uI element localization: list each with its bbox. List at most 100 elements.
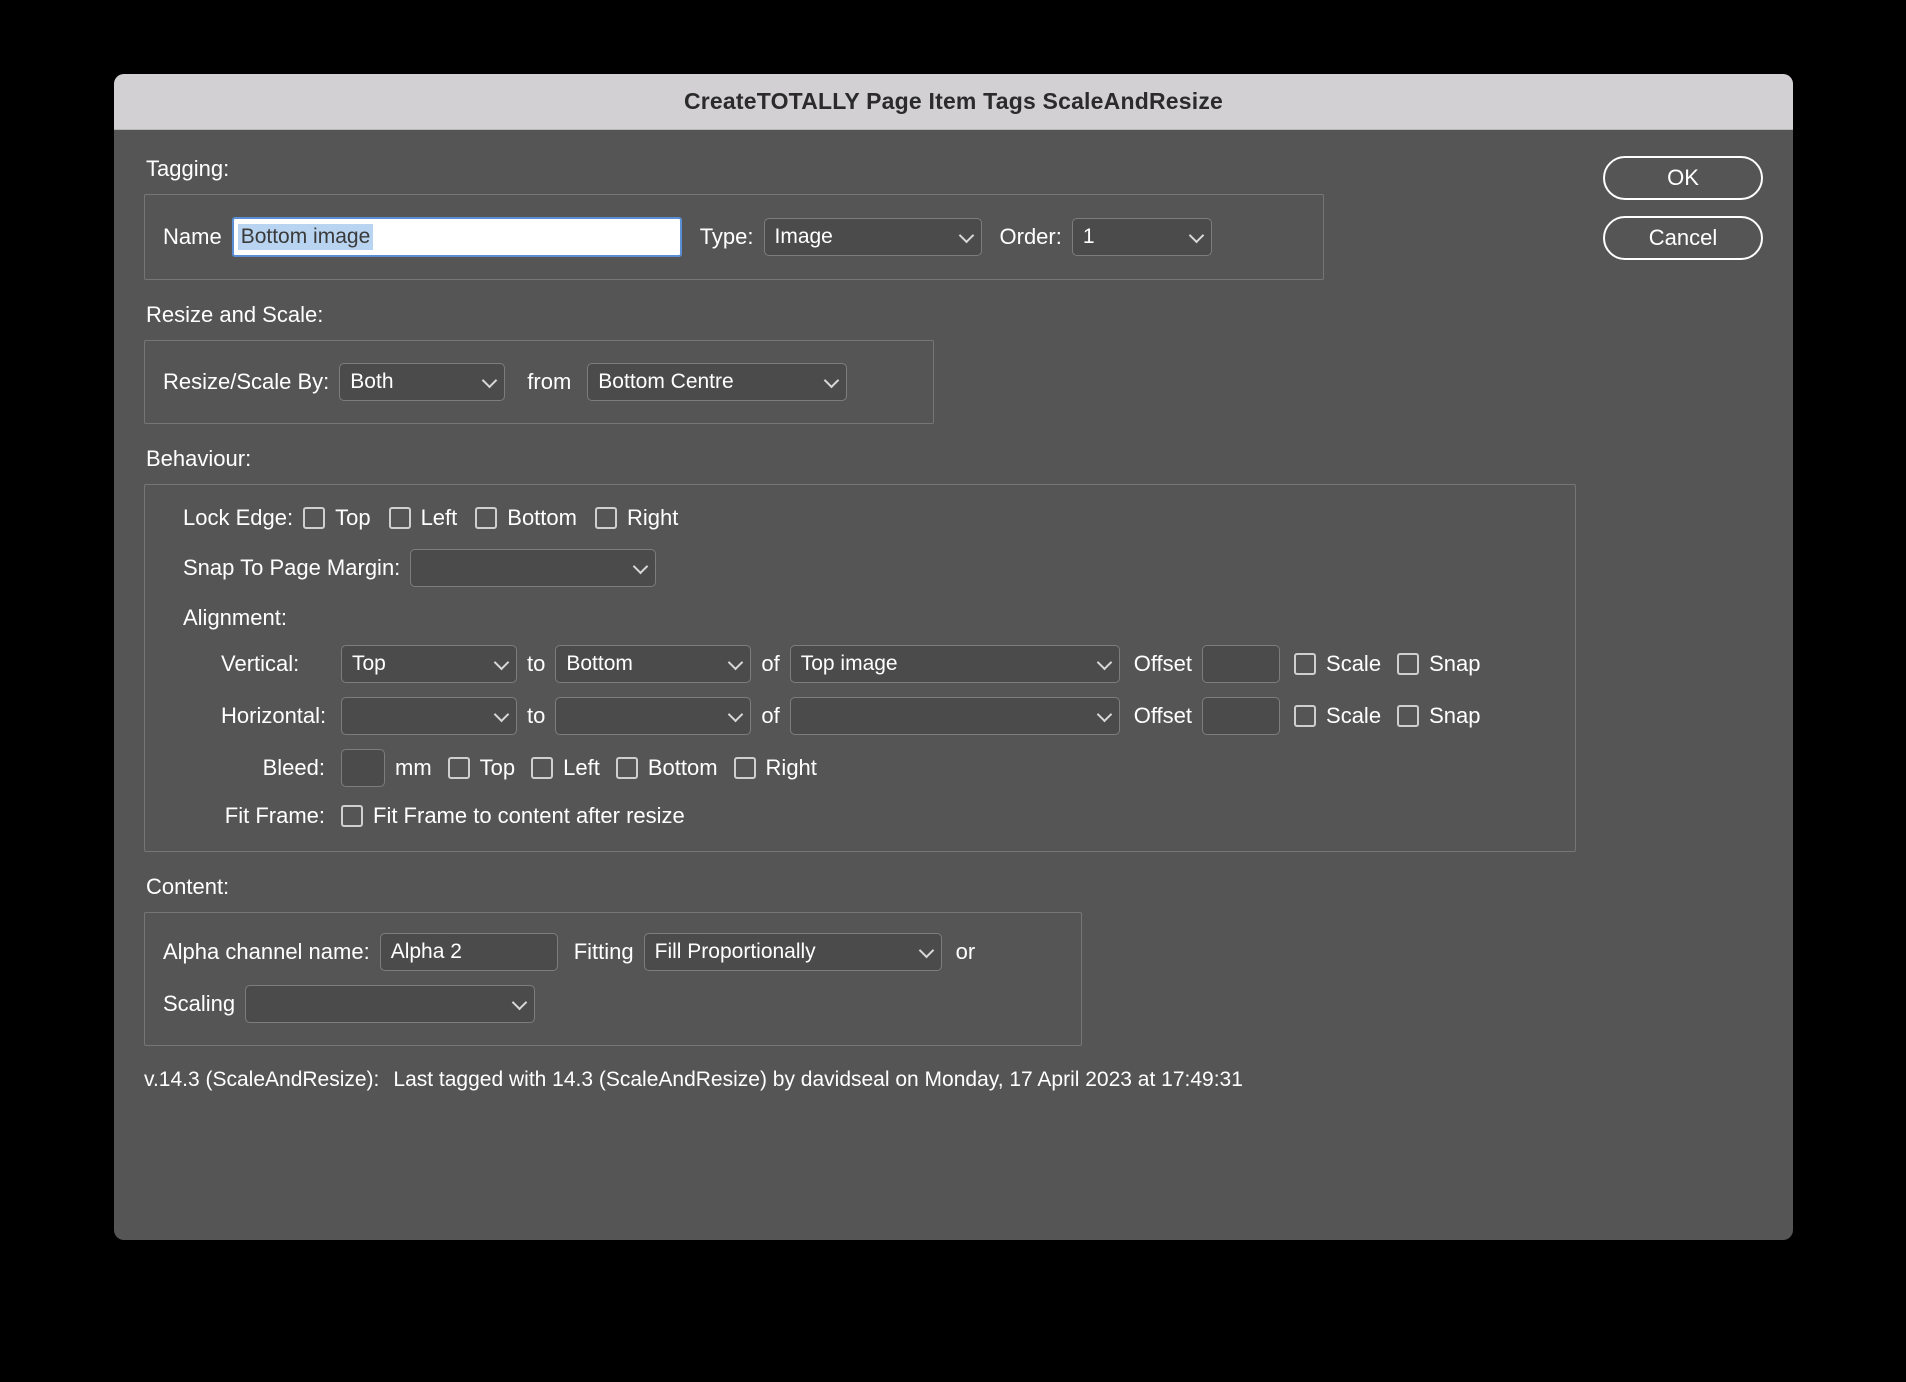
dialog-titlebar: CreateTOTALLY Page Item Tags ScaleAndRes… <box>114 74 1793 130</box>
lock-edge-row: Lock Edge: Top Left Bottom Right <box>183 505 1557 531</box>
vertical-of-label: of <box>761 651 780 676</box>
from-select-value: Bottom Centre <box>598 370 734 393</box>
alpha-channel-input[interactable]: Alpha 2 <box>379 933 558 971</box>
order-select[interactable]: 1 <box>1071 218 1212 256</box>
chevron-down-icon <box>918 942 934 959</box>
snap-margin-select[interactable] <box>410 549 657 587</box>
order-select-value: 1 <box>1082 225 1095 248</box>
lock-edge-right-checkbox[interactable] <box>594 507 617 529</box>
horizontal-scale-label: Scale <box>1326 703 1382 728</box>
vertical-label: Vertical: <box>221 651 300 676</box>
lock-edge-left-checkbox[interactable] <box>388 507 411 529</box>
resize-scale-by-value: Both <box>350 370 394 393</box>
chevron-down-icon <box>1188 227 1205 244</box>
vertical-of-select[interactable]: Top image <box>789 645 1120 683</box>
bleed-left-checkbox[interactable] <box>531 757 554 779</box>
fit-frame-checkbox[interactable] <box>341 805 363 827</box>
vertical-from-select[interactable]: Top <box>341 645 517 683</box>
horizontal-to-select[interactable] <box>555 697 752 735</box>
scaling-label: Scaling <box>163 991 236 1016</box>
behaviour-group: Lock Edge: Top Left Bottom Right Snap To… <box>144 484 1576 852</box>
vertical-to-value: Bottom <box>566 652 633 675</box>
bleed-right-checkbox[interactable] <box>733 757 756 779</box>
lock-edge-right-label: Right <box>626 505 679 530</box>
status-line: v.14.3 (ScaleAndResize): Last tagged wit… <box>144 1068 1763 1092</box>
horizontal-snap-checkbox[interactable] <box>1397 705 1420 727</box>
horizontal-to-label: to <box>527 703 546 728</box>
lock-edge-bottom-checkbox[interactable] <box>475 507 498 529</box>
or-label: or <box>955 939 976 964</box>
type-label: Type: <box>699 224 754 249</box>
chevron-down-icon <box>633 558 649 575</box>
horizontal-offset-input[interactable] <box>1202 697 1281 735</box>
lock-edge-top-label: Top <box>335 505 371 530</box>
vertical-snap-checkbox[interactable] <box>1397 653 1420 675</box>
horizontal-of-select[interactable] <box>789 697 1120 735</box>
horizontal-snap-label: Snap <box>1429 703 1481 728</box>
vertical-of-value: Top image <box>800 652 898 675</box>
dialog-title: CreateTOTALLY Page Item Tags ScaleAndRes… <box>683 88 1224 114</box>
horizontal-offset-label: Offset <box>1133 703 1193 728</box>
bleed-input[interactable] <box>341 749 385 787</box>
vertical-scale-checkbox[interactable] <box>1294 653 1317 675</box>
tagging-group: Name Bottom image Type: Image Order: 1 <box>144 194 1324 280</box>
vertical-scale-label: Scale <box>1326 651 1382 676</box>
from-select[interactable]: Bottom Centre <box>587 363 848 401</box>
dialog-action-buttons: OK Cancel <box>1603 156 1763 260</box>
chevron-down-icon <box>511 994 528 1011</box>
status-version: v.14.3 (ScaleAndResize): <box>144 1068 380 1091</box>
tagging-row: Name Bottom image Type: Image Order: 1 <box>163 217 1305 257</box>
chevron-down-icon <box>493 706 510 723</box>
type-select[interactable]: Image <box>763 218 982 256</box>
bleed-right-label: Right <box>765 755 817 780</box>
lock-edge-label: Lock Edge: <box>183 505 294 530</box>
scaling-select[interactable] <box>245 985 536 1023</box>
alignment-label: Alignment: <box>183 605 287 630</box>
horizontal-from-select[interactable] <box>341 697 517 735</box>
cancel-button[interactable]: Cancel <box>1603 216 1763 260</box>
resize-scale-by-label: Resize/Scale By: <box>163 369 330 394</box>
bleed-top-label: Top <box>479 755 516 780</box>
chevron-down-icon <box>728 706 744 723</box>
fitting-select[interactable]: Fill Proportionally <box>643 933 942 971</box>
fitting-value: Fill Proportionally <box>654 940 816 963</box>
vertical-offset-label: Offset <box>1133 651 1193 676</box>
bleed-top-checkbox[interactable] <box>447 757 470 779</box>
chevron-down-icon <box>958 227 974 244</box>
snap-margin-label: Snap To Page Margin: <box>183 555 401 580</box>
lock-edge-left-label: Left <box>420 505 458 530</box>
from-label: from <box>527 369 572 394</box>
content-alpha-row: Alpha channel name: Alpha 2 Fitting Fill… <box>163 933 1063 971</box>
resize-scale-row: Resize/Scale By: Both from Bottom Centre <box>163 363 915 401</box>
name-label: Name <box>163 224 222 249</box>
alpha-channel-value: Alpha 2 <box>390 940 462 963</box>
alignment-vertical-row: Vertical: Top to Bottom of Top image Off… <box>221 645 1557 683</box>
resize-scale-by-select[interactable]: Both <box>339 363 506 401</box>
horizontal-of-label: of <box>761 703 780 728</box>
order-label: Order: <box>999 224 1062 249</box>
chevron-down-icon <box>728 654 744 671</box>
horizontal-label: Horizontal: <box>221 703 327 728</box>
fit-frame-label: Fit Frame: <box>224 803 325 828</box>
tagging-heading: Tagging: <box>146 156 230 181</box>
bleed-left-label: Left <box>563 755 600 780</box>
ok-button[interactable]: OK <box>1603 156 1763 200</box>
fitting-label: Fitting <box>573 939 634 964</box>
fit-frame-row: Fit Frame: Fit Frame to content after re… <box>221 803 1557 829</box>
content-heading: Content: <box>146 874 230 899</box>
alignment-horizontal-row: Horizontal: to of Offset Scale Snap <box>221 697 1557 735</box>
bleed-unit-label: mm <box>395 755 432 780</box>
lock-edge-top-checkbox[interactable] <box>303 507 326 529</box>
chevron-down-icon <box>1096 706 1112 723</box>
bleed-bottom-checkbox[interactable] <box>615 757 638 779</box>
behaviour-heading: Behaviour: <box>146 446 252 471</box>
status-last-tagged: Last tagged with 14.3 (ScaleAndResize) b… <box>393 1068 1243 1091</box>
lock-edge-bottom-label: Bottom <box>507 505 577 530</box>
snap-margin-row: Snap To Page Margin: <box>183 549 1557 587</box>
chevron-down-icon <box>1096 654 1112 671</box>
chevron-down-icon <box>824 372 840 389</box>
name-input[interactable]: Bottom image <box>231 217 682 257</box>
horizontal-scale-checkbox[interactable] <box>1294 705 1317 727</box>
vertical-to-select[interactable]: Bottom <box>555 645 752 683</box>
vertical-offset-input[interactable] <box>1202 645 1281 683</box>
